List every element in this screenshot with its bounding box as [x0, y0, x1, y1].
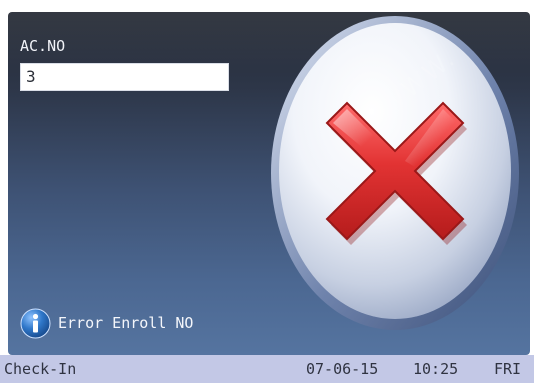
status-bar: Check-In 07-06-15 10:25 FRI — [0, 355, 534, 383]
status-date: 07-06-15 — [306, 360, 379, 378]
status-day: FRI — [494, 360, 522, 378]
terminal-screen: AC.NO 3 Error Enroll NO — [8, 12, 530, 355]
info-icon — [20, 308, 51, 338]
status-mode: Check-In — [4, 360, 77, 378]
device-frame: AC.NO 3 Error Enroll NO Check-In 07-06-1… — [0, 0, 534, 383]
acno-label: AC.NO — [20, 37, 66, 55]
acno-input[interactable]: 3 — [20, 63, 229, 91]
status-time: 10:25 — [413, 360, 459, 378]
error-message: Error Enroll NO — [58, 314, 194, 332]
message-row: Error Enroll NO — [20, 307, 193, 339]
error-x-icon — [270, 14, 520, 332]
